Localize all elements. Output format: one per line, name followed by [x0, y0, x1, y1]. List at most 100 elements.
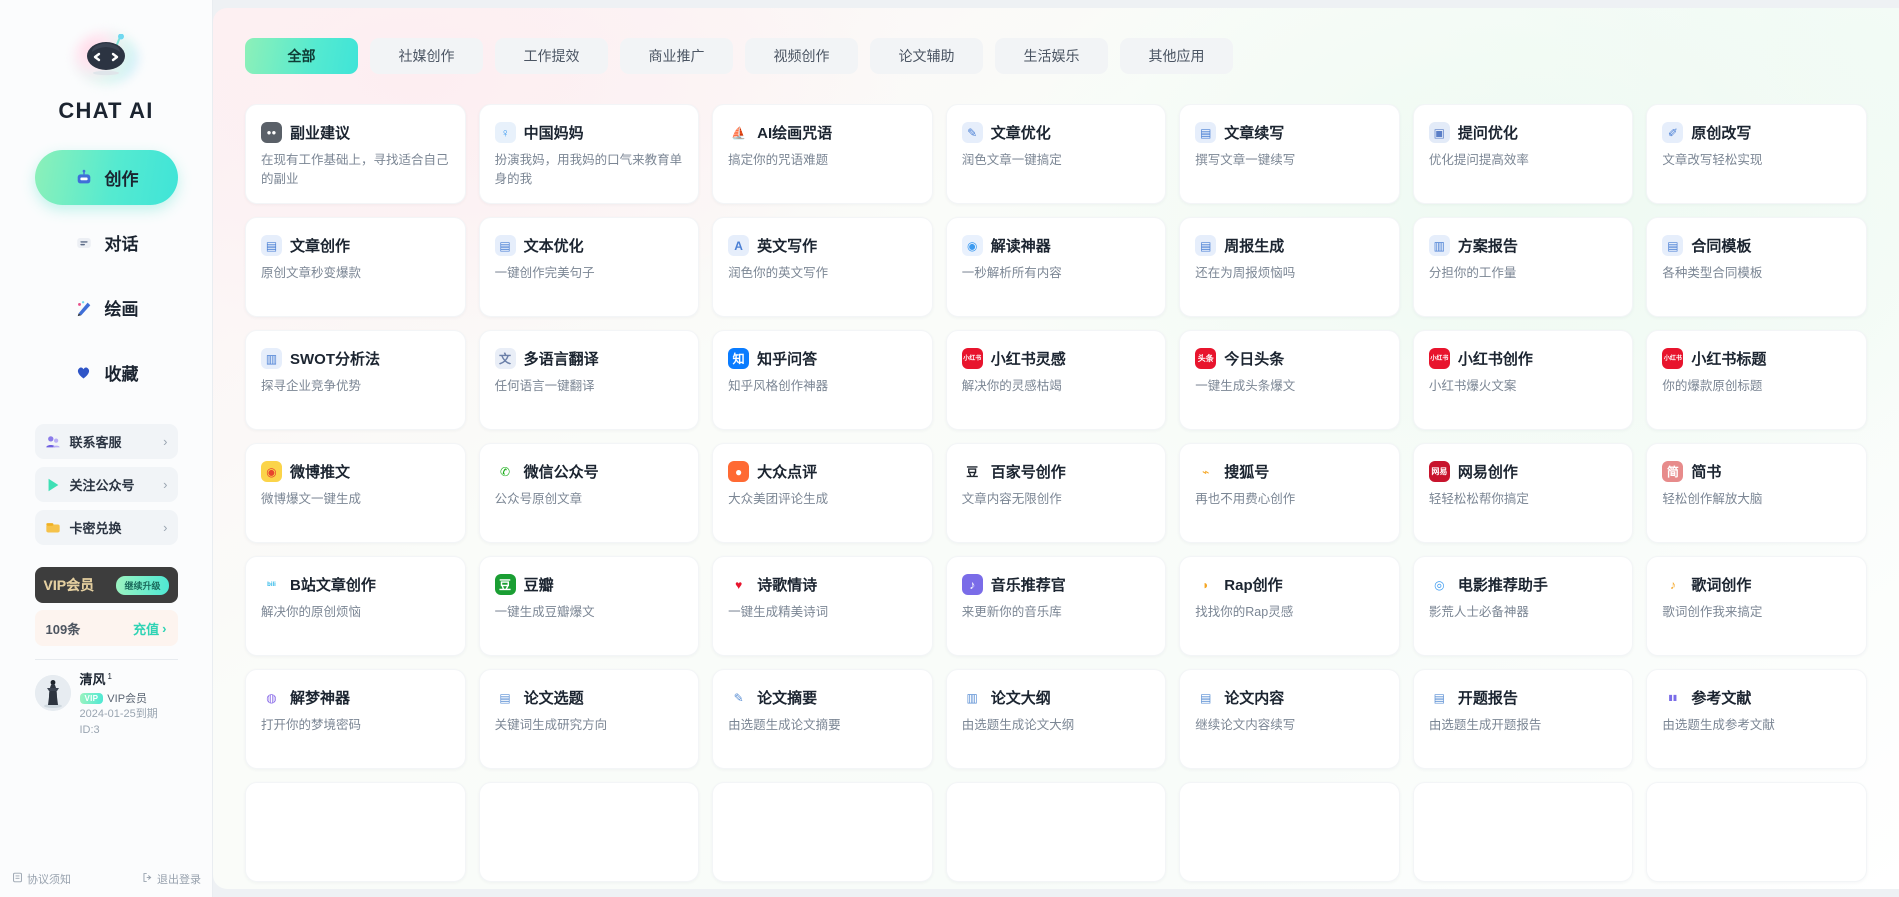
tool-card[interactable]: ▣ 提问优化 优化提问提高效率	[1412, 104, 1634, 204]
tool-card[interactable]: ♪ 音乐推荐官 来更新你的音乐库	[945, 556, 1167, 656]
tool-card-head: ▥ SWOT分析法	[261, 348, 450, 369]
tool-card-desc: 文章改写轻松实现	[1662, 153, 1763, 167]
tool-card[interactable]: ✎ 文章优化 润色文章一键搞定	[945, 104, 1167, 204]
tool-card[interactable]: ▥ 论文大纲 由选题生成论文大纲	[945, 669, 1167, 769]
tool-card[interactable]	[245, 782, 466, 882]
tool-card[interactable]: ♥ 诗歌情诗 一键生成精美诗词	[712, 556, 933, 656]
tool-card[interactable]: A 英文写作 润色你的英文写作	[712, 217, 933, 317]
tool-card[interactable]: ⌁ 搜狐号 再也不用费心创作	[1179, 443, 1400, 543]
tab-7[interactable]: 其他应用	[1120, 38, 1233, 74]
tool-card-desc: 歌词创作我来搞定	[1662, 605, 1763, 619]
tool-card-title: 参考文献	[1691, 690, 1752, 707]
tool-card-desc: 一键生成豆瓣爆文	[494, 605, 595, 619]
tab-6[interactable]: 生活娱乐	[995, 38, 1108, 74]
sidebar-item-favorites[interactable]: 收藏	[35, 345, 178, 400]
tool-card-title: 小红书灵感	[990, 351, 1066, 368]
sidebar-item-chat[interactable]: 对话	[35, 215, 178, 270]
tool-card[interactable]	[1646, 782, 1867, 882]
tool-card-title: 歌词创作	[1691, 577, 1752, 594]
tool-card[interactable]: 豆豆瓣 一键生成豆瓣爆文	[478, 556, 700, 656]
tool-card[interactable]: 豆百家号创作 文章内容无限创作	[945, 443, 1167, 543]
user-profile[interactable]: 清风 1 VIP VIP会员 2024-01-25到期 ID:3	[34, 669, 178, 738]
tab-0[interactable]: 全部	[245, 38, 358, 74]
tool-card[interactable]: ♀ 中国妈妈 扮演我妈，用我妈的口气来教育单身的我	[478, 104, 700, 204]
tool-card-title: 网易创作	[1457, 464, 1518, 481]
tool-card-head: ▥ 论文大纲	[961, 687, 1151, 708]
tool-card-head: 网易 网易创作	[1428, 461, 1618, 482]
tool-card[interactable]: 知知乎问答 知乎风格创作神器	[712, 330, 933, 430]
tool-card[interactable]: ▤ 文章创作 原创文章秒变爆款	[245, 217, 466, 317]
tool-card[interactable]: ▤ 开题报告 由选题生成开题报告	[1412, 669, 1634, 769]
tool-card-desc: 你的爆款原创标题	[1662, 379, 1763, 393]
tool-card-desc: 微博爆文一键生成	[261, 492, 362, 506]
tool-card[interactable]: 小红书 小红书标题 你的爆款原创标题	[1646, 330, 1867, 430]
tool-card[interactable]: 文多语言翻译 任何语言一键翻译	[478, 330, 700, 430]
avatar	[34, 675, 71, 711]
tool-card-title: 大众点评	[757, 464, 818, 481]
tool-card[interactable]: ✎ 论文摘要 由选题生成论文摘要	[712, 669, 933, 769]
tool-card-head: ♀ 中国妈妈	[494, 122, 684, 143]
tool-card[interactable]: ✐ 原创改写 文章改写轻松实现	[1646, 104, 1867, 204]
tool-card[interactable]: ◉ 解读神器 一秒解析所有内容	[945, 217, 1167, 317]
tab-4[interactable]: 视频创作	[745, 38, 858, 74]
tool-card[interactable]: ✆ 微信公众号 公众号原创文章	[478, 443, 700, 543]
tool-card[interactable]: ▤ 周报生成 还在为周报烦恼吗	[1179, 217, 1400, 317]
tool-card[interactable]: ▤ 论文选题 关键词生成研究方向	[478, 669, 700, 769]
vip-upgrade-button[interactable]: 继续升级	[116, 575, 169, 595]
tool-card[interactable]: bili B站文章创作 解决你的原创烦恼	[245, 556, 466, 656]
tool-card[interactable]: ◗ Rap创作 找找你的Rap灵感	[1179, 556, 1400, 656]
sidebar-link-support[interactable]: 联系客服 ›	[34, 424, 178, 459]
xiaohongshu-icon: 小红书	[1662, 348, 1684, 369]
sidebar-link-follow[interactable]: 关注公众号 ›	[34, 467, 178, 502]
vip-card[interactable]: VIP会员 继续升级	[34, 567, 178, 603]
tool-card[interactable]	[712, 782, 933, 882]
tool-card[interactable]: 头条 今日头条 一键生成头条爆文	[1179, 330, 1400, 430]
tool-card[interactable]	[478, 782, 700, 882]
tool-card[interactable]: ▤ 文章续写 撰写文章一键续写	[1179, 104, 1400, 204]
tool-card-head: ▮▮ 参考文献	[1662, 687, 1851, 708]
tool-card[interactable]: 网易 网易创作 轻轻松松帮你搞定	[1412, 443, 1634, 543]
tool-card[interactable]	[1412, 782, 1634, 882]
tool-card[interactable]: ⛵ AI绘画咒语 搞定你的咒语难题	[712, 104, 933, 204]
tab-3[interactable]: 商业推广	[620, 38, 733, 74]
tool-card[interactable]: ● 大众点评 大众美团评论生成	[712, 443, 933, 543]
tool-card[interactable]: ▤ 文本优化 一键创作完美句子	[478, 217, 700, 317]
tool-card[interactable]: ▤ 合同模板 各种类型合同模板	[1646, 217, 1867, 317]
tool-card-title: 论文大纲	[990, 690, 1051, 707]
tab-1[interactable]: 社媒创作	[370, 38, 483, 74]
tool-card[interactable]: 小红书 小红书灵感 解决你的灵感枯竭	[945, 330, 1167, 430]
tool-card[interactable]: ▮▮ 参考文献 由选题生成参考文献	[1646, 669, 1867, 769]
sidebar-item-create[interactable]: 创作	[34, 150, 178, 205]
tool-card[interactable]: ♪ 歌词创作 歌词创作我来搞定	[1646, 556, 1867, 656]
tool-card-head: 豆百家号创作	[961, 461, 1151, 482]
tab-2[interactable]: 工作提效	[495, 38, 608, 74]
paper-topic-icon: ▤	[494, 687, 516, 708]
tool-card[interactable]: ▥ SWOT分析法 探寻企业竞争优势	[245, 330, 466, 430]
tool-card[interactable]: ◎ 电影推荐助手 影荒人士必备神器	[1412, 556, 1634, 656]
tool-card[interactable]	[945, 782, 1167, 882]
tool-card-title: 英文写作	[757, 238, 818, 255]
logout-icon	[142, 872, 153, 886]
tool-card[interactable]: ●● 副业建议 在现有工作基础上，寻找适合自己的副业	[245, 104, 466, 204]
tool-card[interactable]: ◍ 解梦神器 打开你的梦境密码	[245, 669, 466, 769]
profile-name-row: 清风 1	[80, 669, 158, 688]
panda-icon: ●●	[261, 122, 282, 143]
quota-count: 109条	[45, 621, 81, 637]
tool-card[interactable]	[1179, 782, 1400, 882]
sidebar-link-redeem[interactable]: 卡密兑换 ›	[34, 510, 178, 545]
agreement-link[interactable]: 协议须知	[12, 871, 71, 887]
paper-content-icon: ▤	[1195, 687, 1217, 708]
tool-card-head: ▤ 周报生成	[1195, 235, 1384, 256]
sidebar-item-draw[interactable]: 绘画	[35, 280, 178, 335]
customer-service-icon	[45, 433, 62, 450]
recharge-button[interactable]: 充值 ›	[133, 619, 166, 638]
tool-card[interactable]: ▤ 论文内容 继续论文内容续写	[1179, 669, 1400, 769]
tool-card[interactable]: 小红书 小红书创作 小红书爆火文案	[1412, 330, 1634, 430]
tool-card[interactable]: ▥ 方案报告 分担你的工作量	[1412, 217, 1634, 317]
tool-card-title: 音乐推荐官	[990, 577, 1066, 594]
tool-card[interactable]: ◉ 微博推文 微博爆文一键生成	[245, 443, 466, 543]
tab-5[interactable]: 论文辅助	[870, 38, 983, 74]
vip-label: VIP会员	[43, 577, 95, 593]
tool-card[interactable]: 简简书 轻松创作解放大脑	[1646, 443, 1867, 543]
logout-link[interactable]: 退出登录	[142, 871, 201, 887]
